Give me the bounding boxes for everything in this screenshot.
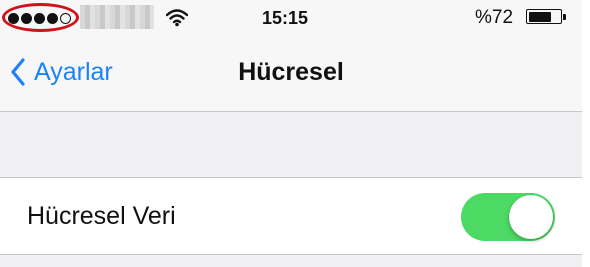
toggle-knob [509,195,553,239]
battery-level-fill [528,11,551,22]
phone-screen: 15:15 %72 Ayarlar Hücresel Hücresel Veri [0,0,590,267]
screen-edge [582,0,590,267]
background-below-list [0,255,582,267]
page-title: Hücresel [238,58,344,86]
cellular-data-row: Hücresel Veri [0,177,582,255]
navigation-bar: Ayarlar Hücresel [0,36,582,112]
cellular-data-toggle[interactable] [461,193,555,241]
section-spacer [0,112,582,177]
cellular-data-label: Hücresel Veri [27,202,176,230]
battery-percentage: %72 [475,7,514,28]
status-bar: 15:15 %72 [0,0,582,36]
battery-cap [563,14,566,20]
battery-icon [526,9,562,24]
